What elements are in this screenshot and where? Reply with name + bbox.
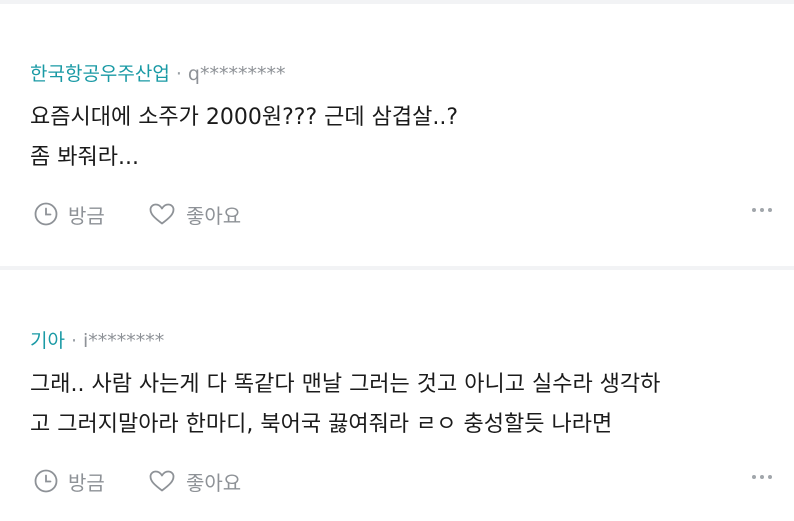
comment-text: 요즘시대에 소주가 2000원??? 근데 삼겹살..? 좀 봐줘라... [30,98,770,178]
timestamp: 방금 [34,200,105,228]
comment-line: 고 그러지말아라 한마디, 북어국 끓여줘라 ㄹㅇ 충성할듯 나라면 [30,412,613,437]
clock-icon [34,469,58,493]
comment-item: 기아 · i******** 그래.. 사람 사는게 다 똑같다 맨날 그러는 것고… [30,329,770,445]
timestamp-label: 방금 [68,470,105,495]
comment-line: 요즘시대에 소주가 2000원??? 근데 삼겹살..? [30,105,459,130]
clock-icon [34,202,58,226]
timestamp: 방금 [34,467,105,495]
like-button[interactable]: 좋아요 [148,467,241,495]
comment-meta: 한국항공우주산업 · q********* [30,62,770,86]
heart-icon [149,203,175,225]
comment-text: 그래.. 사람 사는게 다 똑같다 맨날 그러는 것고 아니고 실수라 생각하 … [30,365,770,445]
top-divider [0,0,794,4]
comment-divider [0,266,794,270]
like-label: 좋아요 [186,203,242,228]
comment-actions: 방금 좋아요 [30,467,772,495]
masked-username: i******** [83,330,165,352]
more-dots-icon[interactable] [752,208,772,212]
meta-separator: · [70,330,78,352]
company-name[interactable]: 한국항공우주산업 [30,63,170,85]
comment-actions: 방금 좋아요 [30,200,772,228]
heart-icon [149,470,175,492]
more-dots-icon[interactable] [752,475,772,479]
comment-item: 한국항공우주산업 · q********* 요즘시대에 소주가 2000원??? 근… [30,62,770,178]
timestamp-label: 방금 [68,203,105,228]
comment-line: 그래.. 사람 사는게 다 똑같다 맨날 그러는 것고 아니고 실수라 생각하 [30,372,661,397]
company-name[interactable]: 기아 [30,330,65,352]
masked-username: q********* [187,63,286,85]
like-button[interactable]: 좋아요 [148,200,241,228]
meta-separator: · [175,63,182,85]
comment-meta: 기아 · i******** [30,329,770,353]
like-label: 좋아요 [186,470,242,495]
comment-line: 좀 봐줘라... [30,145,139,170]
